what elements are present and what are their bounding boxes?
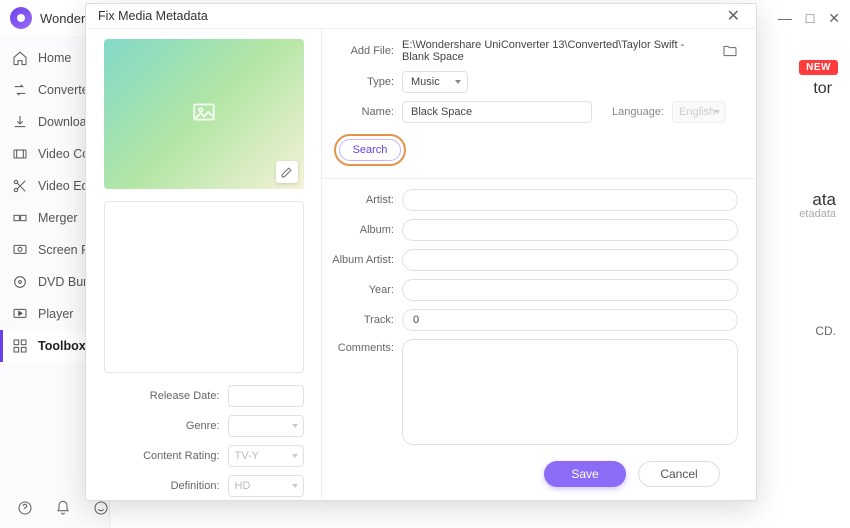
- language-select[interactable]: English: [672, 101, 726, 123]
- bg-text-fragment: tor: [813, 80, 832, 98]
- artwork-preview: [104, 39, 304, 189]
- app-logo-icon: [10, 7, 32, 29]
- search-button[interactable]: Search: [339, 139, 401, 161]
- fix-metadata-modal: Fix Media Metadata ✕ Release Date:: [85, 3, 757, 501]
- definition-label: Definition:: [171, 480, 220, 492]
- toolbox-icon: [12, 338, 28, 354]
- sidebar-item-label: DVD Bur: [38, 275, 87, 289]
- download-icon: [12, 114, 28, 130]
- sidebar-item-label: Merger: [38, 211, 78, 225]
- comments-label: Comments:: [330, 339, 394, 354]
- titlebar-left: Wonder: [10, 7, 85, 29]
- file-path-text: E:\Wondershare UniConverter 13\Converted…: [402, 39, 714, 63]
- add-file-label: Add File:: [330, 45, 394, 57]
- divider: [322, 178, 756, 179]
- album-input[interactable]: [402, 219, 738, 241]
- artist-label: Artist:: [330, 194, 394, 206]
- bg-text-fragment: ata: [812, 190, 836, 210]
- window-controls: — □ ✕: [778, 11, 840, 25]
- close-window-button[interactable]: ✕: [828, 11, 840, 25]
- modal-title: Fix Media Metadata: [98, 9, 208, 23]
- home-icon: [12, 50, 28, 66]
- track-label: Track:: [330, 314, 394, 326]
- save-button[interactable]: Save: [544, 461, 626, 487]
- close-modal-button[interactable]: ✕: [723, 4, 744, 28]
- screen-record-icon: [12, 242, 28, 258]
- maximize-button[interactable]: □: [806, 11, 814, 25]
- edit-artwork-button[interactable]: [276, 161, 298, 183]
- lyrics-panel: [104, 201, 304, 373]
- definition-select[interactable]: HD: [228, 475, 304, 497]
- content-rating-select[interactable]: TV-Y: [228, 445, 304, 467]
- language-label: Language:: [612, 106, 664, 118]
- scissors-icon: [12, 178, 28, 194]
- genre-label: Genre:: [186, 420, 220, 432]
- notifications-button[interactable]: [54, 499, 72, 517]
- type-select[interactable]: Music: [402, 71, 468, 93]
- app-title: Wonder: [40, 11, 85, 26]
- modal-header: Fix Media Metadata ✕: [86, 4, 756, 29]
- album-artist-label: Album Artist:: [330, 254, 394, 266]
- comments-input[interactable]: [402, 339, 738, 445]
- year-label: Year:: [330, 284, 394, 296]
- browse-folder-button[interactable]: [722, 43, 738, 59]
- help-button[interactable]: [16, 499, 34, 517]
- modal-footer: Save Cancel: [330, 453, 738, 499]
- release-date-input[interactable]: [228, 385, 304, 407]
- minimize-button[interactable]: —: [778, 11, 792, 25]
- sidebar-item-label: Video Co: [38, 147, 89, 161]
- left-form: Release Date: Genre: Content Rating: TV-…: [104, 385, 304, 497]
- cancel-button[interactable]: Cancel: [638, 461, 720, 487]
- sidebar-item-label: Video Ed: [38, 179, 89, 193]
- content-rating-label: Content Rating:: [143, 450, 219, 462]
- left-pane: Release Date: Genre: Content Rating: TV-…: [86, 29, 322, 509]
- genre-select[interactable]: [228, 415, 304, 437]
- name-label: Name:: [330, 106, 394, 118]
- type-label: Type:: [330, 76, 394, 88]
- convert-icon: [12, 82, 28, 98]
- release-date-label: Release Date:: [150, 390, 220, 402]
- video-compress-icon: [12, 146, 28, 162]
- sidebar-item-label: Player: [38, 307, 73, 321]
- search-highlight: Search: [334, 134, 406, 166]
- new-badge: NEW: [799, 60, 838, 75]
- modal-body: Release Date: Genre: Content Rating: TV-…: [86, 29, 756, 509]
- year-input[interactable]: [402, 279, 738, 301]
- disc-icon: [12, 274, 28, 290]
- image-placeholder-icon: [191, 99, 217, 130]
- bg-text-fragment: etadata: [799, 208, 836, 220]
- right-pane: Add File: E:\Wondershare UniConverter 13…: [322, 29, 756, 509]
- bg-text-fragment: CD.: [815, 324, 836, 338]
- sidebar-item-label: Home: [38, 51, 71, 65]
- track-input[interactable]: [402, 309, 738, 331]
- album-label: Album:: [330, 224, 394, 236]
- sidebar-item-label: Screen R: [38, 243, 90, 257]
- play-icon: [12, 306, 28, 322]
- name-input[interactable]: [402, 101, 592, 123]
- artist-input[interactable]: [402, 189, 738, 211]
- sidebar-item-label: Toolbox: [38, 339, 86, 353]
- album-artist-input[interactable]: [402, 249, 738, 271]
- merger-icon: [12, 210, 28, 226]
